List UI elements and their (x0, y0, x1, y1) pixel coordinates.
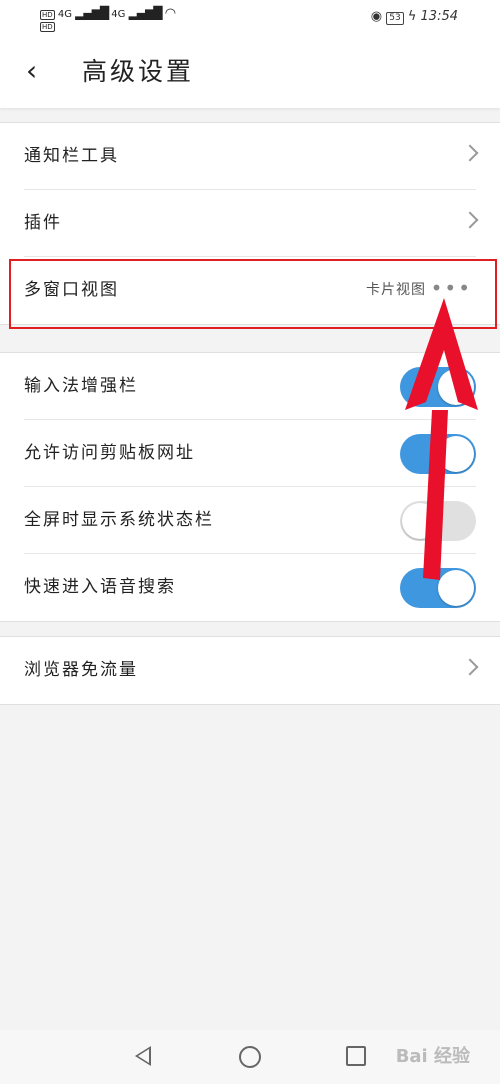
arrow-shaft (423, 410, 448, 580)
arrow-head (405, 298, 478, 410)
nav-recent-icon[interactable] (346, 1046, 366, 1066)
nav-home-icon[interactable] (239, 1046, 261, 1068)
watermark: Bai 经验 (395, 1046, 470, 1067)
nav-back-icon[interactable] (135, 1046, 151, 1066)
annotation-arrow (405, 298, 478, 580)
